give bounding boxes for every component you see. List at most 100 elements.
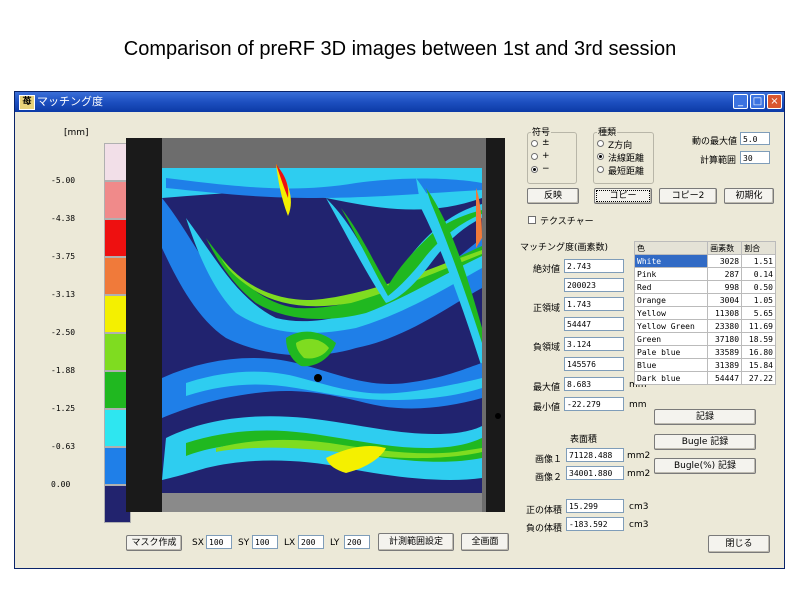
negative-region-label: 負領域 — [533, 343, 561, 353]
positive-region-field[interactable]: 1.743 — [564, 297, 624, 311]
ly-label: LY — [330, 538, 340, 548]
pixel-count-cell: 54447 — [707, 371, 743, 385]
type-radio[interactable] — [597, 140, 604, 147]
initialize-button[interactable]: 初期化 — [724, 188, 774, 204]
ly-field[interactable]: 200 — [344, 535, 370, 549]
image2-label: 画像２ — [535, 473, 563, 483]
heatmap-graphic — [126, 138, 505, 512]
type-group-title: 種類 — [597, 125, 618, 138]
positive-volume-field[interactable]: 15.299 — [566, 499, 624, 513]
pixel-count-cell: 33589 — [707, 345, 743, 359]
negative-count-field[interactable]: 145576 — [564, 357, 624, 371]
negative-volume-field[interactable]: -183.592 — [566, 517, 624, 531]
max-value-label: 動の最大値 — [692, 137, 738, 147]
color-table: 色 画素数 割合 White 3028 1.51 Pink 287 0.14 Red 998 0… — [633, 241, 776, 385]
full-screen-button[interactable]: 全画面 — [461, 533, 509, 551]
image2-area-field[interactable]: 34001.880 — [566, 466, 624, 480]
calc-range-field[interactable]: 30 — [740, 151, 770, 164]
type-radio[interactable] — [597, 153, 604, 160]
table-row[interactable]: Yellow Green 23380 11.69 — [633, 319, 776, 333]
table-row[interactable]: Pale blue 33589 16.80 — [633, 345, 776, 359]
negative-volume-unit: cm3 — [629, 520, 649, 530]
sy-field[interactable]: 100 — [252, 535, 278, 549]
positive-volume-label: 正の体積 — [526, 506, 563, 516]
table-row[interactable]: Pink 287 0.14 — [633, 267, 776, 281]
legend-label: -1.25 — [51, 404, 76, 413]
sign-group-title: 符号 — [531, 125, 552, 138]
heatmap-image[interactable] — [126, 138, 505, 512]
sign-radio[interactable] — [531, 166, 538, 173]
legend-label: -0.63 — [51, 442, 76, 451]
title-bar[interactable]: 苺 マッチング度 _ □ × — [15, 92, 784, 112]
sign-option-label: ± — [542, 138, 550, 148]
copy-button[interactable]: コピー — [594, 188, 652, 204]
color-name-cell: Yellow Green — [633, 319, 709, 333]
type-radio[interactable] — [597, 166, 604, 173]
sign-radio[interactable] — [531, 153, 538, 160]
table-row[interactable]: Dark blue 54447 27.22 — [633, 371, 776, 385]
table-row[interactable]: Green 37180 18.59 — [633, 332, 776, 346]
min-label: 最小値 — [533, 403, 561, 413]
type-option-label: 法線距離 — [608, 154, 645, 164]
negative-region-field[interactable]: 3.124 — [564, 337, 624, 351]
image1-area-field[interactable]: 71128.488 — [566, 448, 624, 462]
absolute-field[interactable]: 2.743 — [564, 259, 624, 273]
pixel-count-cell: 37180 — [707, 332, 743, 346]
window-title: マッチング度 — [37, 95, 103, 108]
bugle-record-button[interactable]: Bugle 記録 — [654, 434, 756, 450]
table-row[interactable]: Red 998 0.50 — [633, 280, 776, 294]
sign-option-label: + — [542, 151, 550, 161]
mask-create-button[interactable]: マスク作成 — [126, 535, 182, 551]
bugle-percent-record-button[interactable]: Bugle(%) 記録 — [654, 458, 756, 474]
close-window-button[interactable]: × — [767, 94, 782, 109]
ratio-cell: 1.05 — [741, 293, 776, 307]
legend-unit: [mm] — [64, 128, 89, 138]
pixel-count-cell: 998 — [707, 280, 743, 294]
sign-radio[interactable] — [531, 140, 538, 147]
min-field[interactable]: -22.279 — [564, 397, 624, 411]
ratio-cell: 11.69 — [741, 319, 776, 333]
ratio-cell: 1.51 — [741, 254, 776, 268]
surface-area-title: 表面積 — [570, 435, 598, 445]
ratio-cell: 5.65 — [741, 306, 776, 320]
absolute-count-field[interactable]: 200023 — [564, 278, 624, 292]
calc-range-label: 計算範囲 — [700, 156, 737, 166]
texture-label: テクスチャー — [540, 217, 594, 227]
copy2-button[interactable]: コピー2 — [659, 188, 717, 204]
pixel-count-cell: 287 — [707, 267, 743, 281]
max-value-field[interactable]: 5.0 — [740, 132, 770, 145]
legend-label: 0.00 — [51, 480, 71, 489]
close-button[interactable]: 閉じる — [708, 535, 770, 553]
sx-field[interactable]: 100 — [206, 535, 232, 549]
ratio-header: 割合 — [741, 241, 776, 255]
pixel-count-cell: 3028 — [707, 254, 743, 268]
table-row[interactable]: Blue 31389 15.84 — [633, 358, 776, 372]
color-name-cell: Pink — [633, 267, 709, 281]
color-name-cell: Dark blue — [633, 371, 709, 385]
ratio-cell: 27.22 — [741, 371, 776, 385]
type-option-label: Z方向 — [608, 141, 633, 151]
matching-window: 苺 マッチング度 _ □ × [mm] -5.00 -4.38 -3.75 -3.13… — [14, 91, 785, 569]
sy-label: SY — [238, 538, 250, 548]
apply-button[interactable]: 反映 — [527, 188, 579, 204]
table-row[interactable]: Orange 3004 1.05 — [633, 293, 776, 307]
maximize-button[interactable]: □ — [750, 94, 765, 109]
ratio-cell: 0.14 — [741, 267, 776, 281]
matching-title: マッチング度(画素数) — [520, 243, 609, 253]
color-name-cell: White — [633, 254, 709, 268]
minimize-button[interactable]: _ — [733, 94, 748, 109]
table-row[interactable]: White 3028 1.51 — [633, 254, 776, 268]
color-name-cell: Blue — [633, 358, 709, 372]
positive-count-field[interactable]: 54447 — [564, 317, 624, 331]
table-row[interactable]: Yellow 11308 5.65 — [633, 306, 776, 320]
measure-range-button[interactable]: 計測範囲設定 — [378, 533, 454, 551]
texture-checkbox[interactable] — [528, 216, 536, 224]
image1-label: 画像１ — [535, 455, 563, 465]
min-unit: mm — [629, 400, 647, 410]
lx-field[interactable]: 200 — [298, 535, 324, 549]
record-button[interactable]: 記録 — [654, 409, 756, 425]
sx-label: SX — [192, 538, 204, 548]
max-field[interactable]: 8.683 — [564, 377, 624, 391]
positive-region-label: 正領域 — [533, 304, 561, 314]
image2-unit: mm2 — [627, 469, 651, 479]
